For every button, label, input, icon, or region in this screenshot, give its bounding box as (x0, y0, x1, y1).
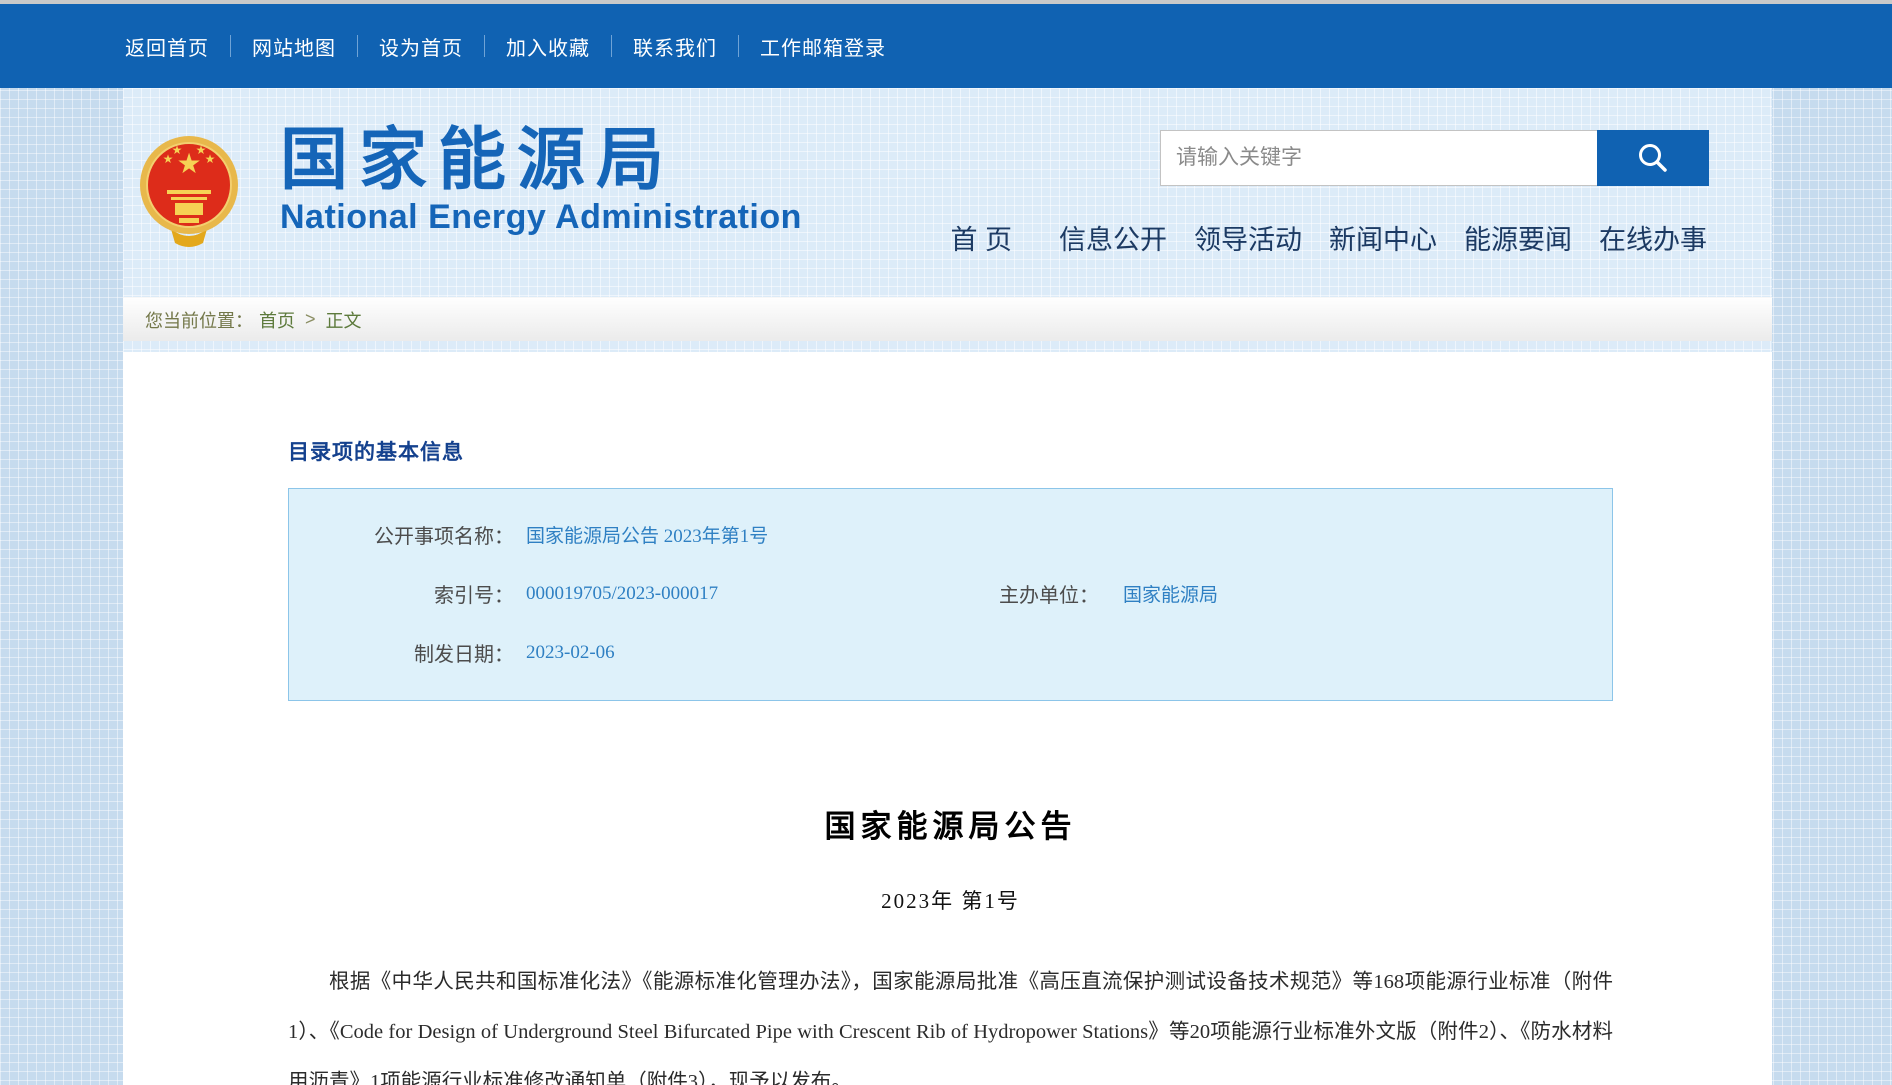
index-value: 000019705/2023-000017 (514, 583, 984, 605)
topbar-link-favorite[interactable]: 加入收藏 (485, 32, 611, 61)
site-header: ★ ★ ★ ★ ★ 国家能源局 National Energy Administ… (0, 88, 1892, 295)
site-brand: 国家能源局 National Energy Administration (280, 125, 802, 237)
date-value: 2023-02-06 (514, 642, 615, 664)
topbar-link-sitemap[interactable]: 网站地图 (231, 32, 357, 61)
search-box (1160, 130, 1709, 186)
breadcrumb-separator: > (305, 309, 316, 330)
info-row-date: 制发日期： 2023-02-06 (289, 623, 1612, 682)
nav-item-energy-news[interactable]: 能源要闻 (1464, 218, 1572, 257)
nav-item-online-services[interactable]: 在线办事 (1599, 218, 1707, 257)
breadcrumb-label: 您当前位置： (145, 307, 253, 333)
info-row-index-org: 索引号： 000019705/2023-000017 主办单位： 国家能源局 (289, 564, 1612, 623)
topbar-link-webmail-login[interactable]: 工作邮箱登录 (739, 32, 907, 61)
nav-item-home[interactable]: 首 页 (950, 218, 1012, 257)
section-title: 目录项的基本信息 (288, 436, 1736, 466)
site-title-cn: 国家能源局 (280, 125, 802, 196)
index-label: 索引号： (289, 579, 514, 608)
national-emblem-icon: ★ ★ ★ ★ ★ (138, 133, 240, 251)
svg-text:★: ★ (172, 143, 183, 157)
site-title-en: National Energy Administration (280, 198, 802, 237)
date-label: 制发日期： (289, 638, 514, 667)
search-input[interactable] (1160, 130, 1597, 186)
org-value: 国家能源局 (1099, 580, 1218, 607)
main-navigation: 首 页 信息公开 领导活动 新闻中心 能源要闻 在线办事 (950, 218, 1707, 257)
catalog-info-box: 公开事项名称： 国家能源局公告 2023年第1号 索引号： 000019705/… (288, 488, 1613, 701)
search-icon (1636, 141, 1670, 175)
org-label: 主办单位： (984, 579, 1099, 608)
breadcrumb-current-link[interactable]: 正文 (326, 307, 362, 333)
content-sheet: 目录项的基本信息 公开事项名称： 国家能源局公告 2023年第1号 索引号： 0… (123, 352, 1772, 1085)
utility-topbar: 返回首页 网站地图 设为首页 加入收藏 联系我们 工作邮箱登录 (0, 4, 1892, 88)
nav-item-leadership[interactable]: 领导活动 (1194, 218, 1302, 257)
nav-item-info-disclosure[interactable]: 信息公开 (1059, 218, 1167, 257)
topbar-link-home[interactable]: 返回首页 (125, 32, 230, 61)
name-value: 国家能源局公告 2023年第1号 (514, 521, 768, 548)
topbar-link-set-homepage[interactable]: 设为首页 (358, 32, 484, 61)
nav-item-news-center[interactable]: 新闻中心 (1329, 218, 1437, 257)
svg-text:★: ★ (205, 152, 216, 166)
name-label: 公开事项名称： (289, 520, 514, 549)
article-paragraph: 根据《中华人民共和国标准化法》《能源标准化管理办法》，国家能源局批准《高压直流保… (288, 957, 1613, 1085)
announcement-article: 国家能源局公告 2023年 第1号 根据《中华人民共和国标准化法》《能源标准化管… (288, 801, 1613, 1085)
breadcrumb: 您当前位置： 首页 > 正文 (123, 297, 1772, 341)
article-subtitle: 2023年 第1号 (288, 885, 1613, 915)
search-button[interactable] (1597, 130, 1709, 186)
article-title: 国家能源局公告 (288, 801, 1613, 846)
breadcrumb-home-link[interactable]: 首页 (259, 307, 295, 333)
topbar-link-contact[interactable]: 联系我们 (612, 32, 738, 61)
info-row-name: 公开事项名称： 国家能源局公告 2023年第1号 (289, 505, 1612, 564)
